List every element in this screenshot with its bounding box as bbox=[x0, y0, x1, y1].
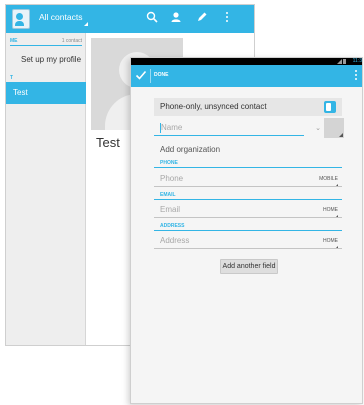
phone-section-divider bbox=[154, 167, 342, 168]
contacts-sidebar: ME 1 contact Set up my profile T Test bbox=[6, 33, 94, 345]
contacts-title[interactable]: All contacts bbox=[39, 12, 82, 22]
signal-icon bbox=[337, 59, 342, 64]
contact-list-item-label: Test bbox=[13, 88, 28, 97]
add-organization-link[interactable]: Add organization bbox=[160, 145, 220, 154]
search-icon[interactable] bbox=[145, 11, 159, 25]
expand-name-icon[interactable]: ⌄ bbox=[314, 124, 322, 132]
me-section-divider bbox=[10, 45, 82, 46]
add-another-field-button[interactable]: Add another field bbox=[220, 259, 278, 274]
phone-underline bbox=[154, 186, 342, 187]
edit-action-bar: DONE bbox=[131, 65, 362, 87]
phone-section-header: PHONE bbox=[160, 160, 178, 166]
done-button[interactable]: DONE bbox=[154, 72, 168, 78]
edit-icon[interactable] bbox=[195, 11, 209, 25]
done-separator bbox=[150, 69, 151, 83]
email-underline bbox=[154, 217, 342, 218]
contacts-action-bar: All contacts bbox=[6, 5, 254, 33]
phone-type-select[interactable]: MOBILE bbox=[298, 176, 338, 187]
email-input[interactable]: Email bbox=[160, 205, 180, 214]
setup-profile-item[interactable]: Set up my profile bbox=[21, 55, 81, 64]
name-field[interactable]: Name bbox=[161, 123, 182, 132]
dropdown-caret-icon bbox=[84, 22, 88, 26]
checkmark-icon[interactable] bbox=[134, 69, 148, 83]
account-header: Phone-only, unsynced contact bbox=[154, 98, 342, 116]
email-section-header: EMAIL bbox=[160, 192, 176, 198]
address-type-select[interactable]: HOME bbox=[298, 238, 338, 249]
email-section-divider bbox=[154, 199, 342, 200]
t-section-label: T bbox=[10, 75, 14, 81]
address-underline bbox=[154, 248, 342, 249]
name-field-underline bbox=[154, 135, 304, 136]
status-bar: 11:3 bbox=[131, 58, 362, 65]
account-label: Phone-only, unsynced contact bbox=[160, 102, 267, 111]
edit-contact-window: 11:3 DONE Phone-only, unsynced contact N… bbox=[130, 57, 363, 404]
overflow-menu-icon[interactable] bbox=[220, 11, 234, 25]
me-section-header: ME 1 contact bbox=[10, 38, 82, 44]
phone-input[interactable]: Phone bbox=[160, 174, 183, 183]
screen: All contacts ME 1 contact Set up my prof… bbox=[0, 0, 364, 405]
t-section-header: T bbox=[10, 75, 82, 81]
address-section-divider bbox=[154, 230, 342, 231]
me-section-label: ME bbox=[10, 38, 18, 44]
contact-detail-name: Test bbox=[96, 135, 120, 150]
overflow-menu-icon[interactable] bbox=[352, 69, 360, 83]
contacts-app-icon[interactable] bbox=[12, 9, 30, 29]
me-contact-count: 1 contact bbox=[61, 38, 82, 44]
address-section-header: ADDRESS bbox=[160, 223, 185, 229]
contact-list-item-selected[interactable]: Test bbox=[6, 82, 94, 104]
battery-icon bbox=[343, 59, 346, 64]
status-time: 11:3 bbox=[352, 58, 362, 64]
email-type-select[interactable]: HOME bbox=[298, 207, 338, 218]
add-contact-icon[interactable] bbox=[169, 11, 183, 25]
contact-photo-icon[interactable] bbox=[324, 118, 344, 138]
account-type-icon bbox=[324, 101, 336, 113]
address-input[interactable]: Address bbox=[160, 236, 189, 245]
